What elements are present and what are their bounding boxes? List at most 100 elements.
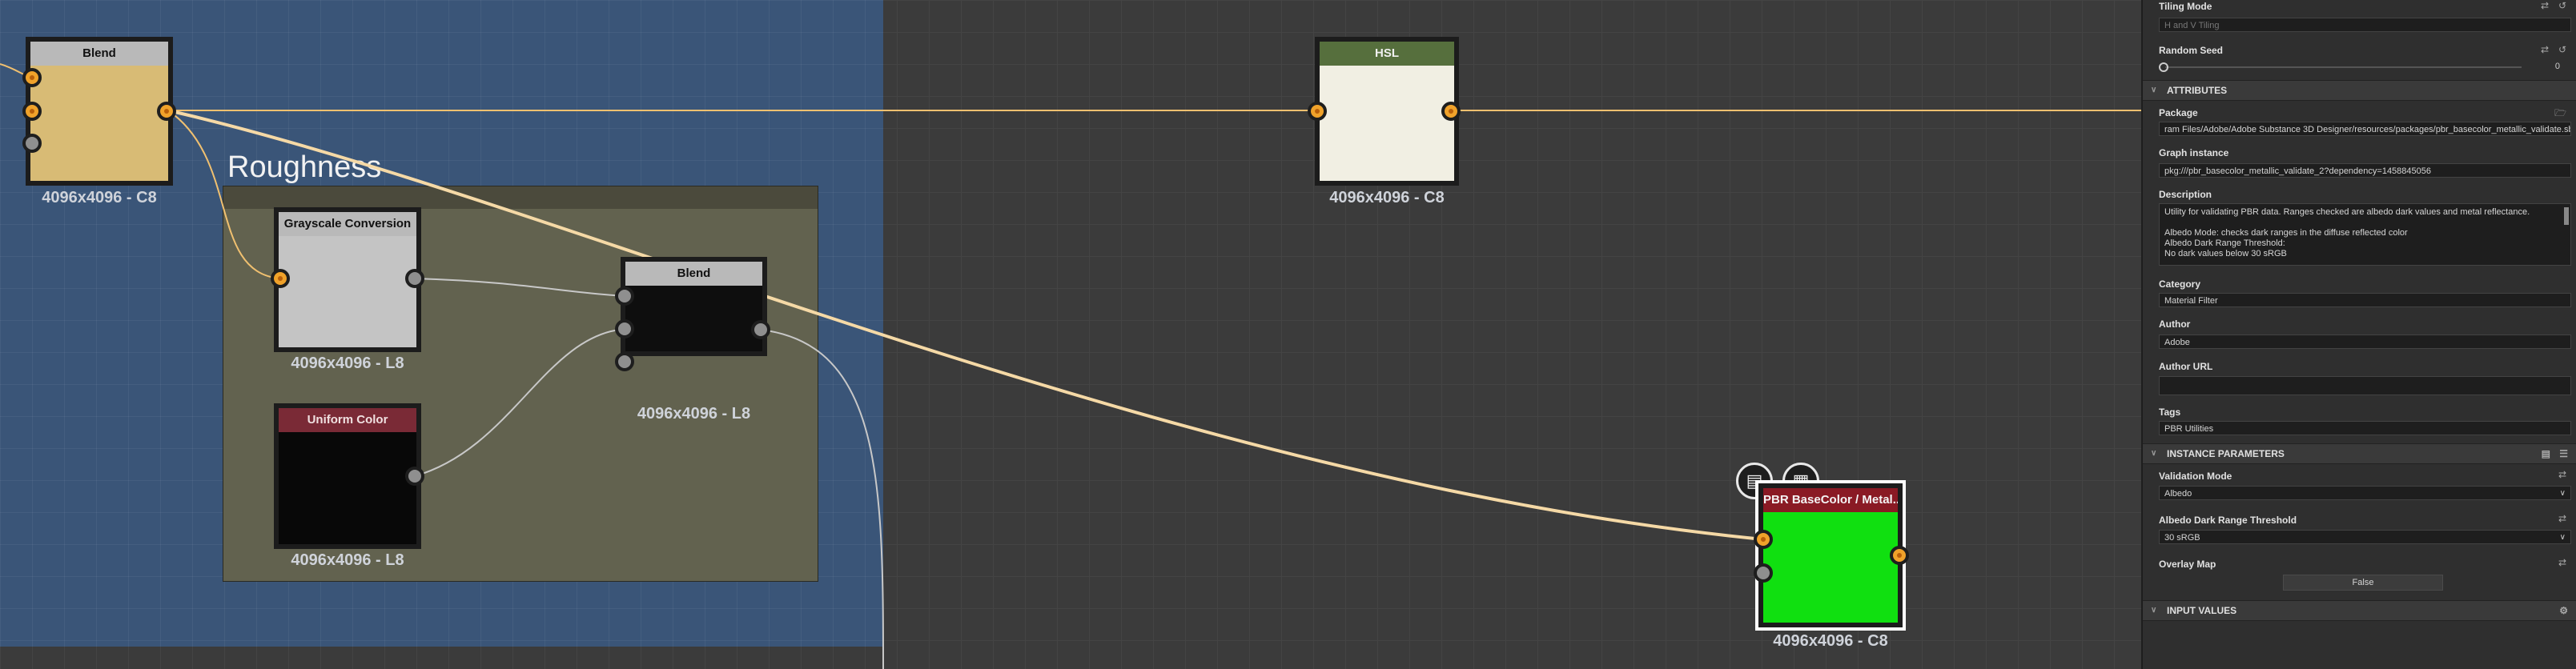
chevron-down-icon: ∨	[2559, 489, 2566, 498]
node-resolution: 4096x4096 - L8	[291, 551, 404, 569]
node-grayscale-conversion[interactable]: Grayscale Conversion	[274, 207, 421, 352]
node-graph-canvas[interactable]: Roughness Blend 4096x4096 - C8 Grayscale…	[0, 0, 2141, 669]
node-title: Grayscale Conversion	[279, 212, 416, 236]
textarea-scrollbar[interactable]	[2564, 207, 2569, 225]
input-port[interactable]	[1754, 563, 1773, 583]
reset-icon[interactable]: ↺	[2558, 0, 2566, 11]
input-port[interactable]	[22, 102, 42, 121]
description-label: Description	[2159, 189, 2212, 200]
output-port[interactable]	[405, 467, 424, 486]
albedo-threshold-value: 30 sRGB	[2164, 533, 2200, 543]
random-seed-slider[interactable]	[2165, 66, 2522, 68]
validation-mode-select[interactable]: Albedo ∨	[2159, 486, 2571, 500]
description-line: No dark values below 30 sRGB	[2164, 249, 2287, 258]
albedo-threshold-label: Albedo Dark Range Threshold	[2159, 515, 2297, 526]
node-blend-top[interactable]: Blend	[26, 37, 173, 186]
node-thumbnail	[279, 432, 416, 544]
output-port[interactable]	[157, 102, 176, 121]
graph-instance-field[interactable]: pkg:///pbr_basecolor_metallic_validate_2…	[2159, 163, 2571, 178]
input-port[interactable]	[1754, 530, 1773, 549]
description-line	[2164, 218, 2566, 228]
input-port[interactable]	[22, 68, 42, 87]
collapse-chevron-icon: ∨	[2151, 606, 2157, 615]
output-port[interactable]	[1441, 102, 1461, 121]
section-attributes[interactable]: ∨ ATTRIBUTES	[2143, 80, 2576, 101]
folder-icon[interactable]: 🗁	[2554, 106, 2566, 122]
package-label: Package	[2159, 107, 2198, 118]
node-thumbnail	[625, 286, 762, 351]
tiling-mode-label: Tiling Mode	[2159, 1, 2212, 12]
input-port[interactable]	[615, 286, 634, 306]
overlay-map-toggle[interactable]: False	[2283, 575, 2443, 591]
input-port[interactable]	[615, 319, 634, 339]
category-field[interactable]: Material Filter	[2159, 293, 2571, 307]
author-label: Author	[2159, 318, 2191, 330]
node-thumbnail	[1320, 66, 1454, 181]
section-input-values[interactable]: ∨ INPUT VALUES ⚙	[2143, 600, 2576, 621]
node-pbr-basecolor-metallic[interactable]: PBR BaseColor / Metal...	[1755, 480, 1906, 631]
wire-grayscale-to-blend	[414, 278, 625, 297]
link-icon[interactable]: ⇄	[2541, 44, 2549, 55]
node-thumbnail	[1763, 512, 1898, 623]
description-line: Albedo Mode: checks dark ranges in the d…	[2164, 228, 2408, 238]
node-title: Uniform Color	[279, 408, 416, 432]
author-url-field[interactable]	[2159, 376, 2571, 395]
section-title: INPUT VALUES	[2167, 605, 2237, 616]
tags-field[interactable]: PBR Utilities	[2159, 421, 2571, 435]
expose-icon[interactable]: ⇄	[2558, 469, 2566, 480]
random-seed-slider-handle[interactable]	[2159, 62, 2168, 72]
input-port[interactable]	[22, 134, 42, 153]
input-port[interactable]	[1308, 102, 1327, 121]
collapse-chevron-icon: ∨	[2151, 86, 2157, 94]
node-title: HSL	[1320, 42, 1454, 66]
overlay-map-label: Overlay Map	[2159, 559, 2216, 570]
preset-icon[interactable]: ▤	[2542, 444, 2550, 463]
albedo-threshold-select[interactable]: 30 sRGB ∨	[2159, 530, 2571, 544]
section-instance-parameters[interactable]: ∨ INSTANCE PARAMETERS ▤ ☰	[2143, 443, 2576, 464]
node-title: Blend	[625, 262, 762, 286]
description-textarea[interactable]: Utility for validating PBR data. Ranges …	[2159, 203, 2571, 266]
wire-uniform-to-blend	[414, 328, 625, 477]
author-url-label: Author URL	[2159, 361, 2213, 372]
node-hsl[interactable]: HSL	[1315, 37, 1459, 186]
expose-icon[interactable]: ⇄	[2558, 557, 2566, 568]
node-title: Blend	[30, 42, 168, 66]
output-port[interactable]	[1890, 546, 1909, 565]
node-resolution: 4096x4096 - L8	[637, 405, 751, 423]
expose-icon[interactable]: ⇄	[2558, 513, 2566, 524]
tiling-mode-select[interactable]: H and V Tiling	[2159, 18, 2571, 32]
menu-icon[interactable]: ☰	[2559, 444, 2568, 463]
category-label: Category	[2159, 278, 2201, 290]
node-resolution: 4096x4096 - C8	[1329, 189, 1445, 206]
random-seed-label: Random Seed	[2159, 45, 2224, 56]
node-resolution: 4096x4096 - L8	[291, 355, 404, 372]
settings-icon[interactable]: ⚙	[2559, 601, 2568, 620]
section-title: INSTANCE PARAMETERS	[2167, 448, 2285, 459]
node-resolution: 4096x4096 - C8	[42, 189, 157, 206]
reset-icon[interactable]: ↺	[2558, 44, 2566, 55]
collapse-chevron-icon: ∨	[2151, 449, 2157, 458]
node-blend-inner[interactable]: Blend	[621, 257, 767, 356]
node-thumbnail	[279, 236, 416, 347]
node-title: PBR BaseColor / Metal...	[1763, 488, 1898, 512]
package-field[interactable]: ram Files/Adobe/Adobe Substance 3D Desig…	[2159, 122, 2571, 136]
node-uniform-color[interactable]: Uniform Color	[274, 403, 421, 549]
validation-mode-value: Albedo	[2164, 489, 2192, 499]
input-port[interactable]	[615, 352, 634, 371]
output-port[interactable]	[751, 320, 770, 339]
input-port[interactable]	[271, 269, 290, 288]
validation-mode-label: Validation Mode	[2159, 471, 2232, 482]
node-resolution: 4096x4096 - C8	[1773, 632, 1888, 650]
properties-panel: Tiling Mode ⇄ ↺ H and V Tiling Random Se…	[2141, 0, 2576, 669]
graph-instance-label: Graph instance	[2159, 147, 2229, 158]
section-title: ATTRIBUTES	[2167, 85, 2228, 96]
link-icon[interactable]: ⇄	[2541, 0, 2549, 11]
description-line: Albedo Dark Range Threshold:	[2164, 238, 2285, 248]
author-field[interactable]: Adobe	[2159, 334, 2571, 349]
tags-label: Tags	[2159, 407, 2181, 418]
wire-blend-out	[760, 329, 884, 669]
chevron-down-icon: ∨	[2559, 533, 2566, 542]
node-thumbnail	[30, 66, 168, 181]
output-port[interactable]	[405, 269, 424, 288]
random-seed-value[interactable]: 0	[2555, 62, 2560, 71]
